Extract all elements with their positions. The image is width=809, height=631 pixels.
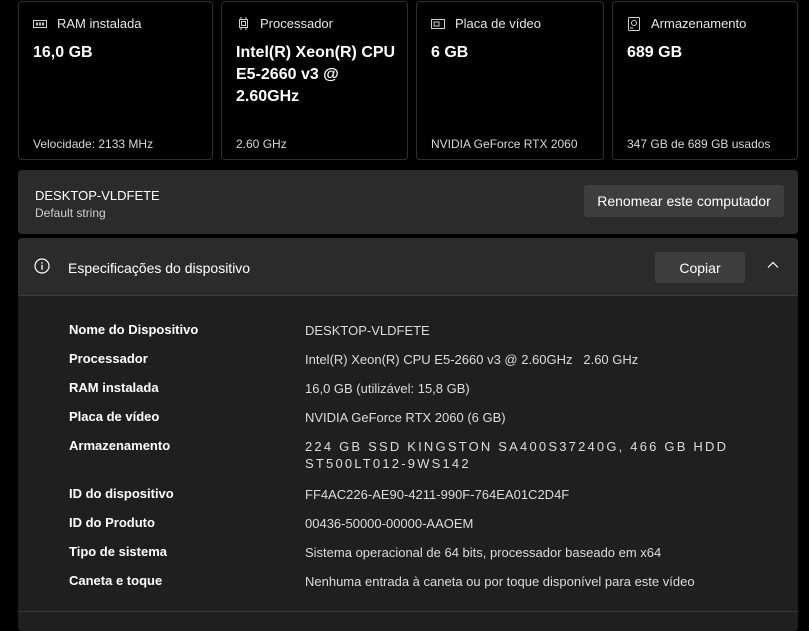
ram-icon	[33, 17, 47, 31]
processor-icon	[236, 17, 250, 31]
card-footer: Velocidade: 2133 MHz	[33, 137, 154, 151]
card-footer: 347 GB de 689 GB usados	[627, 137, 771, 151]
card-value: 16,0 GB	[33, 44, 93, 61]
spec-value: 00436-50000-00000-AAOEM	[305, 516, 474, 531]
spec-value: Nenhuma entrada à caneta ou por toque di…	[305, 574, 695, 589]
rename-computer-button[interactable]: Renomear este computador	[584, 185, 784, 217]
gpu-icon	[431, 17, 445, 31]
spec-value: Sistema operacional de 64 bits, processa…	[305, 545, 662, 560]
card-label: Placa de vídeo	[455, 16, 542, 31]
card-value: 6 GB	[431, 44, 469, 61]
spec-value: 16,0 GB (utilizável: 15,8 GB)	[305, 381, 470, 396]
spec-key: ID do Produto	[69, 515, 155, 530]
device-specs-panel: Especificações do dispositivo Copiar Nom…	[18, 238, 798, 631]
computer-name: DESKTOP-VLDFETE	[35, 188, 160, 203]
card-label: Processador	[260, 16, 333, 31]
spec-key: Tipo de sistema	[69, 544, 168, 559]
spec-key: Nome do Dispositivo	[69, 322, 199, 337]
divider	[18, 611, 798, 612]
card-storage: Armazenamento 689 GB 347 GB de 689 GB us…	[612, 1, 798, 160]
spec-value: DESKTOP-VLDFETE	[305, 323, 430, 338]
card-value: Intel(R) Xeon(R) CPU E5-2660 v3 @ 2.60GH…	[236, 44, 396, 105]
spec-key: ID do dispositivo	[69, 486, 174, 501]
card-footer: 2.60 GHz	[236, 137, 287, 151]
spec-key: Caneta e toque	[69, 573, 163, 588]
spec-value: 224 GB SSD KINGSTON SA400S37240G, 466 GB…	[305, 439, 729, 471]
computer-subtitle: Default string	[35, 206, 106, 220]
device-specs-header[interactable]: Especificações do dispositivo Copiar	[18, 238, 798, 296]
info-icon	[34, 258, 50, 274]
storage-icon	[627, 16, 641, 31]
spec-key: RAM instalada	[69, 380, 159, 395]
chevron-up-icon[interactable]	[766, 258, 780, 272]
copy-button[interactable]: Copiar	[655, 252, 745, 283]
device-specs-title: Especificações do dispositivo	[68, 260, 251, 276]
spec-key: Placa de vídeo	[69, 409, 160, 424]
spec-key: Processador	[69, 351, 148, 366]
card-processor: Processador Intel(R) Xeon(R) CPU E5-2660…	[221, 1, 408, 160]
card-footer: NVIDIA GeForce RTX 2060	[431, 137, 578, 151]
card-value: 689 GB	[627, 44, 683, 61]
card-ram: RAM instalada 16,0 GB Velocidade: 2133 M…	[18, 1, 213, 160]
spec-value: NVIDIA GeForce RTX 2060 (6 GB)	[305, 410, 506, 425]
card-label: RAM instalada	[57, 16, 142, 31]
spec-value: FF4AC226-AE90-4211-990F-764EA01C2D4F	[305, 487, 570, 502]
card-label: Armazenamento	[651, 16, 747, 31]
spec-value: Intel(R) Xeon(R) CPU E5-2660 v3 @ 2.60GH…	[305, 352, 639, 367]
card-gpu: Placa de vídeo 6 GB NVIDIA GeForce RTX 2…	[416, 1, 604, 160]
computer-name-panel: DESKTOP-VLDFETE Default string Renomear …	[18, 170, 798, 234]
spec-key: Armazenamento	[69, 438, 171, 453]
